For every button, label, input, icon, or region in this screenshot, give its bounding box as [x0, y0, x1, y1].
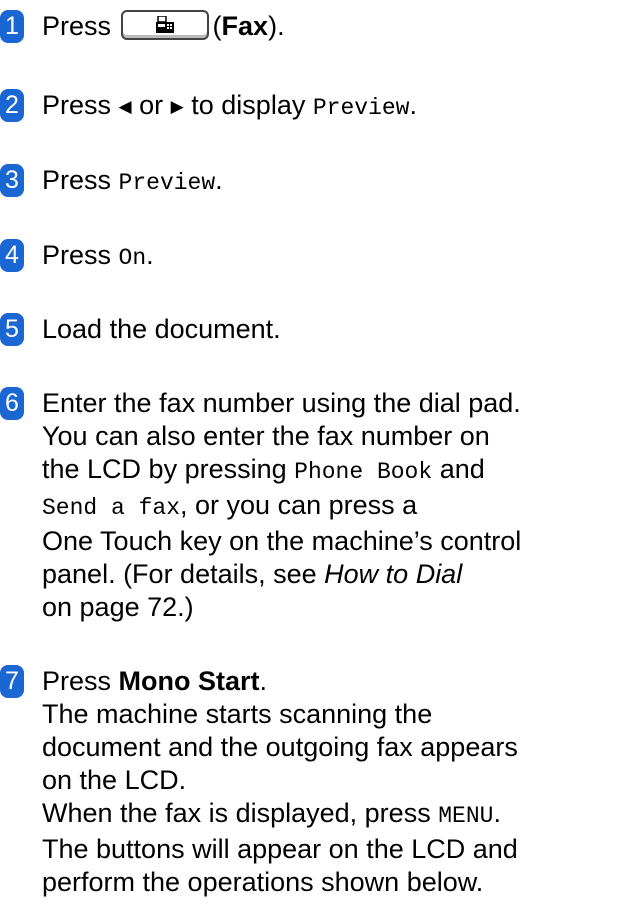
left-arrow-icon: ◀ — [118, 97, 132, 116]
step-number-badge: 1 — [0, 10, 24, 43]
step-number-badge: 7 — [0, 665, 24, 698]
step-number-badge: 4 — [0, 239, 24, 272]
lcd-label-preview: Preview — [312, 95, 410, 121]
mono-start-key-label: Mono Start — [118, 666, 260, 696]
lcd-label-preview: Preview — [118, 170, 216, 196]
fax-key-button — [120, 10, 209, 40]
step-text: Press Preview. — [42, 165, 223, 196]
lcd-label-send-a-fax: Send a fax — [42, 495, 181, 521]
step-number-badge: 2 — [0, 89, 24, 122]
step-text: Press Mono Start. The machine starts sca… — [42, 666, 518, 897]
step-number-badge: 3 — [0, 164, 24, 197]
lcd-label-on: On — [118, 245, 147, 271]
step-text: Press On. — [42, 240, 154, 271]
instruction-page: 1 Press (Fax). 2 Press ◀ or ▶ to display… — [0, 0, 618, 908]
fax-key-label: Fax — [221, 11, 269, 41]
lcd-label-menu: MENU — [438, 803, 494, 829]
step-text: Press (Fax). — [42, 10, 285, 41]
step-number-badge: 6 — [0, 387, 24, 420]
lcd-label-phone-book: Phone Book — [294, 459, 433, 485]
step-number-badge: 5 — [0, 313, 24, 346]
step-text: Load the document. — [42, 314, 281, 344]
fax-machine-icon — [155, 16, 174, 33]
step-text: Press ◀ or ▶ to display Preview. — [42, 90, 417, 121]
right-arrow-icon: ▶ — [170, 97, 184, 116]
step-verb: Press — [42, 11, 112, 41]
cross-reference: How to Dial — [324, 559, 463, 589]
step-text: Enter the fax number using the dial pad.… — [42, 388, 522, 622]
